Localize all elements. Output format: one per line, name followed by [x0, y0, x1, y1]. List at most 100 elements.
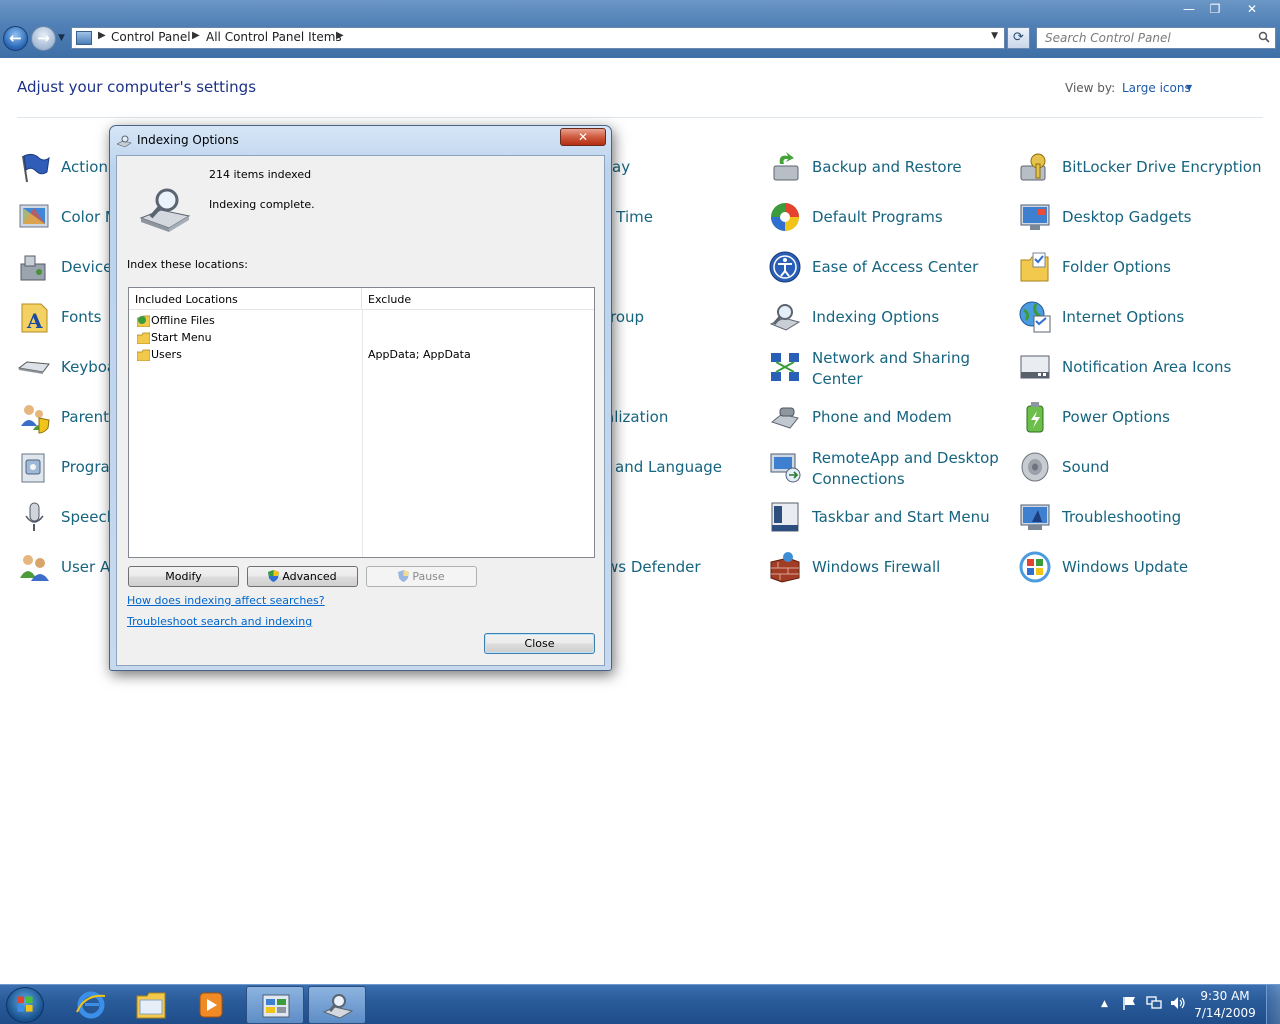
network-icon[interactable] — [1146, 996, 1162, 1010]
folder-icon — [137, 349, 150, 361]
close-button[interactable]: Close — [484, 633, 595, 654]
action-center-flag-icon[interactable] — [1122, 996, 1136, 1010]
search-box[interactable] — [1036, 27, 1276, 49]
network-icon — [771, 353, 799, 381]
cp-item-personalization[interactable]: alization — [605, 407, 668, 428]
cp-item-troubleshooting[interactable]: Troubleshooting — [1018, 498, 1258, 538]
recent-pages-dropdown[interactable]: ▼ — [58, 33, 65, 43]
forward-button[interactable]: → — [31, 26, 56, 51]
cp-item-user-accounts[interactable]: User A — [17, 548, 110, 588]
modify-button[interactable]: Modify — [128, 566, 239, 587]
cp-item-label: Notification Area Icons — [1062, 358, 1232, 376]
indexing-icon — [322, 994, 354, 1019]
indexing-icon — [139, 188, 191, 232]
column-header-included[interactable]: Included Locations — [129, 288, 362, 310]
locations-list[interactable]: Included Locations Exclude Offline Files… — [128, 287, 595, 558]
items-indexed-count: 214 items indexed — [209, 168, 312, 181]
cp-item-internet-options[interactable]: Internet Options — [1018, 298, 1258, 338]
address-bar[interactable]: ▶ Control Panel ▶ All Control Panel Item… — [71, 27, 1005, 49]
control-panel-icon — [76, 31, 92, 45]
advanced-button[interactable]: Advanced — [247, 566, 358, 587]
refresh-button[interactable]: ⟳ — [1007, 27, 1030, 49]
cp-item-fonts[interactable]: A Fonts — [17, 298, 107, 338]
breadcrumb-separator[interactable]: ▶ — [192, 30, 200, 41]
taskbar-ie-button[interactable] — [62, 986, 120, 1024]
breadcrumb-separator[interactable]: ▶ — [336, 30, 344, 41]
maximize-button[interactable]: ❐ — [1204, 0, 1226, 18]
cp-item-backup-and-restore[interactable]: Backup and Restore — [768, 148, 998, 188]
taskbar-explorer-button[interactable] — [122, 986, 180, 1024]
column-header-exclude[interactable]: Exclude — [362, 288, 594, 310]
cp-item-programs-and-features[interactable]: Progra — [17, 448, 110, 488]
clock-date[interactable]: 7/14/2009 — [1192, 1006, 1258, 1020]
search-icon[interactable] — [1258, 31, 1270, 43]
cp-item-action-center[interactable]: Action — [17, 148, 108, 188]
cp-item-sound[interactable]: Sound — [1018, 448, 1258, 488]
divider — [17, 117, 1263, 118]
locations-label: Index these locations: — [127, 258, 248, 271]
list-item[interactable]: Start Menu — [129, 330, 594, 347]
cp-item-label: Phone and Modem — [812, 408, 952, 426]
list-item[interactable]: Offline Files — [129, 313, 594, 330]
dialog-close-button[interactable]: ✕ — [560, 128, 606, 146]
cp-item-folder-options[interactable]: Folder Options — [1018, 248, 1258, 288]
list-item[interactable]: Users AppData; AppData — [129, 347, 594, 364]
cp-item-taskbar-and-start-menu[interactable]: Taskbar and Start Menu — [768, 498, 998, 538]
taskbar-indexing-button[interactable] — [308, 986, 366, 1024]
show-desktop-button[interactable] — [1266, 985, 1280, 1024]
cp-item-default-programs[interactable]: Default Programs — [768, 198, 998, 238]
taskbar-control-panel-button[interactable] — [246, 986, 304, 1024]
dialog-title: Indexing Options — [137, 133, 239, 147]
address-dropdown-button[interactable]: ▼ — [991, 31, 998, 41]
cp-item-label: Ease of Access Center — [812, 258, 979, 276]
cp-item-bitlocker[interactable]: BitLocker Drive Encryption — [1018, 148, 1261, 188]
cp-item-device-manager[interactable]: Device — [17, 248, 112, 288]
start-button[interactable] — [6, 987, 44, 1023]
breadcrumb-separator[interactable]: ▶ — [98, 30, 106, 41]
cp-item-parental-controls[interactable]: Parent — [17, 398, 109, 438]
indexing-help-link[interactable]: How does indexing affect searches? — [127, 594, 325, 607]
cp-item-power-options[interactable]: Power Options — [1018, 398, 1258, 438]
ie-icon — [76, 991, 106, 1019]
window-close-button[interactable]: ✕ — [1230, 0, 1274, 18]
explorer-folder-icon — [136, 992, 166, 1019]
windows-update-icon — [1019, 551, 1051, 583]
back-button[interactable]: ← — [3, 26, 28, 51]
cp-item-color-management[interactable]: Color M — [17, 198, 118, 238]
cp-item-windows-update[interactable]: Windows Update — [1018, 548, 1258, 588]
show-hidden-icons-button[interactable]: ▲ — [1101, 999, 1108, 1009]
pause-button[interactable]: Pause — [366, 566, 477, 587]
cp-item-windows-firewall[interactable]: Windows Firewall — [768, 548, 998, 588]
remoteapp-icon — [770, 453, 801, 483]
troubleshoot-link[interactable]: Troubleshoot search and indexing — [127, 615, 312, 628]
clock-time[interactable]: 9:30 AM — [1192, 989, 1258, 1003]
cp-item-windows-defender[interactable]: ws Defender — [606, 557, 701, 578]
location-exclude: AppData; AppData — [368, 348, 471, 361]
volume-icon[interactable] — [1170, 996, 1186, 1010]
cp-item-desktop-gadgets[interactable]: Desktop Gadgets — [1018, 198, 1258, 238]
cp-item-notification-area-icons[interactable]: Notification Area Icons — [1018, 348, 1258, 388]
location-name: Offline Files — [151, 314, 215, 327]
cp-item-homegroup[interactable]: roup — [610, 307, 644, 328]
control-panel-icon — [262, 994, 290, 1018]
uac-shield-icon — [268, 570, 280, 582]
cp-item-ease-of-access[interactable]: Ease of Access Center — [768, 248, 998, 288]
cp-item-indexing-options[interactable]: Indexing Options — [768, 298, 998, 338]
folder-options-icon — [1020, 252, 1049, 282]
cp-item-remoteapp[interactable]: RemoteApp and Desktop Connections — [768, 448, 999, 488]
cp-item-region-and-language[interactable]: and Language — [615, 457, 722, 478]
indexing-options-dialog: Indexing Options ✕ 214 items indexed Ind… — [109, 125, 612, 671]
breadcrumb-all-items[interactable]: All Control Panel Items — [206, 30, 342, 44]
breadcrumb-control-panel[interactable]: Control Panel — [111, 30, 191, 44]
cp-item-keyboard[interactable]: Keyboa — [17, 348, 116, 388]
cp-item-network-and-sharing[interactable]: Network and Sharing Center — [768, 348, 998, 388]
minimize-button[interactable]: — — [1178, 0, 1200, 18]
cp-item-speech-recognition[interactable]: Speech — [17, 498, 116, 538]
cp-item-phone-and-modem[interactable]: Phone and Modem — [768, 398, 998, 438]
location-name: Start Menu — [151, 331, 212, 344]
chevron-down-icon[interactable]: ▼ — [1186, 83, 1192, 92]
search-input[interactable] — [1045, 28, 1255, 48]
cp-item-label[interactable]: ay — [612, 157, 630, 178]
view-by-selector[interactable]: Large icons — [1122, 81, 1191, 95]
taskbar-media-player-button[interactable] — [182, 986, 240, 1024]
